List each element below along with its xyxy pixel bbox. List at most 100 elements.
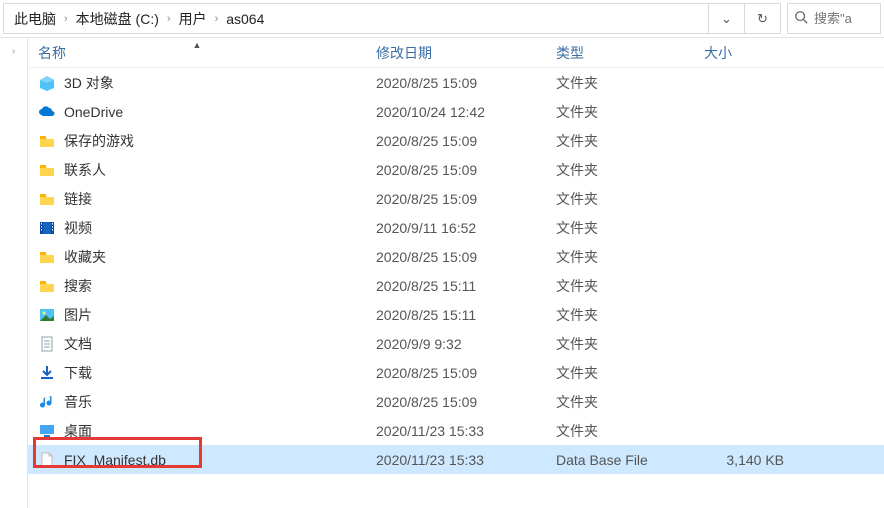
cell-type: 文件夹	[546, 131, 694, 151]
search-icon	[794, 10, 808, 27]
table-row[interactable]: 文档2020/9/9 9:32文件夹	[28, 329, 884, 358]
pictures-icon	[38, 306, 56, 324]
cell-name: 桌面	[28, 421, 366, 441]
cell-type: 文件夹	[546, 102, 694, 122]
file-list-pane: ▲ 名称 修改日期 类型 大小 3D 对象2020/8/25 15:09文件夹O…	[28, 38, 884, 508]
column-header-name[interactable]: ▲ 名称	[28, 43, 366, 63]
column-label: 类型	[556, 45, 584, 61]
cell-size: 3,140 KB	[694, 452, 814, 468]
table-row[interactable]: 收藏夹2020/8/25 15:09文件夹	[28, 242, 884, 271]
download-icon	[38, 364, 56, 382]
file-name: 搜索	[64, 276, 92, 296]
column-headers: ▲ 名称 修改日期 类型 大小	[28, 38, 884, 68]
file-name: 链接	[64, 189, 92, 209]
file-name: 联系人	[64, 160, 106, 180]
cell-date: 2020/8/25 15:09	[366, 75, 546, 91]
cell-date: 2020/9/11 16:52	[366, 220, 546, 236]
table-row[interactable]: 保存的游戏 2020/8/25 15:09文件夹	[28, 126, 884, 155]
file-name: 保存的游戏	[64, 131, 134, 151]
cell-date: 2020/11/23 15:33	[366, 452, 546, 468]
folder-se-icon	[38, 277, 56, 295]
folder-s-icon	[38, 248, 56, 266]
cell-name: 图片	[28, 305, 366, 325]
table-row[interactable]: 桌面 2020/11/23 15:33文件夹	[28, 416, 884, 445]
column-header-size[interactable]: 大小	[694, 43, 814, 63]
file-icon	[38, 451, 56, 469]
cell-name: 音乐	[28, 392, 366, 412]
nav-pane-stub: ›	[0, 38, 28, 508]
file-name: 视频	[64, 218, 92, 238]
file-name: 下载	[64, 363, 92, 383]
cell-type: 文件夹	[546, 334, 694, 354]
search-input[interactable]	[814, 11, 874, 26]
chevron-right-icon: ›	[60, 13, 72, 25]
table-row[interactable]: 3D 对象2020/8/25 15:09文件夹	[28, 68, 884, 97]
breadcrumb-seg[interactable]: 本地磁盘 (C:)	[72, 9, 163, 29]
table-row[interactable]: 视频 2020/9/11 16:52文件夹	[28, 213, 884, 242]
breadcrumb-seg[interactable]: 用户	[175, 9, 211, 29]
table-row[interactable]: 图片2020/8/25 15:11文件夹	[28, 300, 884, 329]
cell-date: 2020/8/25 15:09	[366, 191, 546, 207]
cell-date: 2020/8/25 15:09	[366, 133, 546, 149]
cell-type: 文件夹	[546, 218, 694, 238]
cell-name: 收藏夹	[28, 247, 366, 267]
cell-type: 文件夹	[546, 276, 694, 296]
cell-date: 2020/11/23 15:33	[366, 423, 546, 439]
music-icon	[38, 393, 56, 411]
table-row[interactable]: OneDrive 2020/10/24 12:42文件夹	[28, 97, 884, 126]
content-area: › ▲ 名称 修改日期 类型 大小 3D 对象2020/8/25 15:09文件…	[0, 38, 884, 508]
search-box[interactable]	[787, 3, 881, 34]
column-header-date[interactable]: 修改日期	[366, 43, 546, 63]
table-row[interactable]: 搜索 2020/8/25 15:11文件夹	[28, 271, 884, 300]
cell-name: 链接	[28, 189, 366, 209]
table-row[interactable]: 音乐 2020/8/25 15:09文件夹	[28, 387, 884, 416]
file-name: FIX_Manifest.db	[64, 452, 166, 468]
cell-name: 保存的游戏	[28, 131, 366, 151]
file-name: OneDrive	[64, 104, 123, 120]
docs-icon	[38, 335, 56, 353]
cell-name: OneDrive	[28, 103, 366, 121]
file-name: 图片	[64, 305, 92, 325]
cell-date: 2020/10/24 12:42	[366, 104, 546, 120]
cell-name: 下载	[28, 363, 366, 383]
cell-date: 2020/8/25 15:09	[366, 249, 546, 265]
cell-date: 2020/8/25 15:09	[366, 162, 546, 178]
refresh-button[interactable]: ↻	[745, 3, 781, 34]
table-row[interactable]: FIX_Manifest.db 2020/11/23 15:33Data Base…	[28, 445, 884, 474]
chevron-right-icon: ›	[211, 13, 223, 25]
sort-asc-icon: ▲	[193, 40, 202, 50]
cell-name: 视频	[28, 218, 366, 238]
cell-type: Data Base File	[546, 452, 694, 468]
column-label: 名称	[38, 45, 66, 61]
chevron-right-icon[interactable]: ›	[12, 46, 15, 57]
file-name: 文档	[64, 334, 92, 354]
onedrive-icon	[38, 103, 56, 121]
cell-date: 2020/8/25 15:11	[366, 278, 546, 294]
breadcrumb[interactable]: 此电脑 › 本地磁盘 (C:) › 用户 › as064	[3, 3, 709, 34]
cell-type: 文件夹	[546, 160, 694, 180]
column-label: 修改日期	[376, 45, 432, 61]
cell-date: 2020/8/25 15:11	[366, 307, 546, 323]
table-row[interactable]: 下载2020/8/25 15:09文件夹	[28, 358, 884, 387]
breadcrumb-seg[interactable]: as064	[222, 11, 268, 27]
cell-type: 文件夹	[546, 189, 694, 209]
cell-type: 文件夹	[546, 392, 694, 412]
file-name: 音乐	[64, 392, 92, 412]
cell-name: 3D 对象	[28, 73, 366, 93]
video-icon	[38, 219, 56, 237]
table-row[interactable]: 联系人 2020/8/25 15:09文件夹	[28, 155, 884, 184]
cell-type: 文件夹	[546, 73, 694, 93]
table-row[interactable]: 链接 2020/8/25 15:09文件夹	[28, 184, 884, 213]
desktop-icon	[38, 422, 56, 440]
cell-type: 文件夹	[546, 421, 694, 441]
cell-name: 文档	[28, 334, 366, 354]
cell-date: 2020/8/25 15:09	[366, 394, 546, 410]
file-name: 桌面	[64, 421, 92, 441]
breadcrumb-seg[interactable]: 此电脑	[10, 9, 60, 29]
address-dropdown-button[interactable]: ⌄	[709, 3, 745, 34]
file-name: 收藏夹	[64, 247, 106, 267]
file-rows: 3D 对象2020/8/25 15:09文件夹OneDrive2020/10/2…	[28, 68, 884, 474]
folder-g-icon	[38, 132, 56, 150]
column-label: 大小	[704, 45, 732, 61]
column-header-type[interactable]: 类型	[546, 43, 694, 63]
